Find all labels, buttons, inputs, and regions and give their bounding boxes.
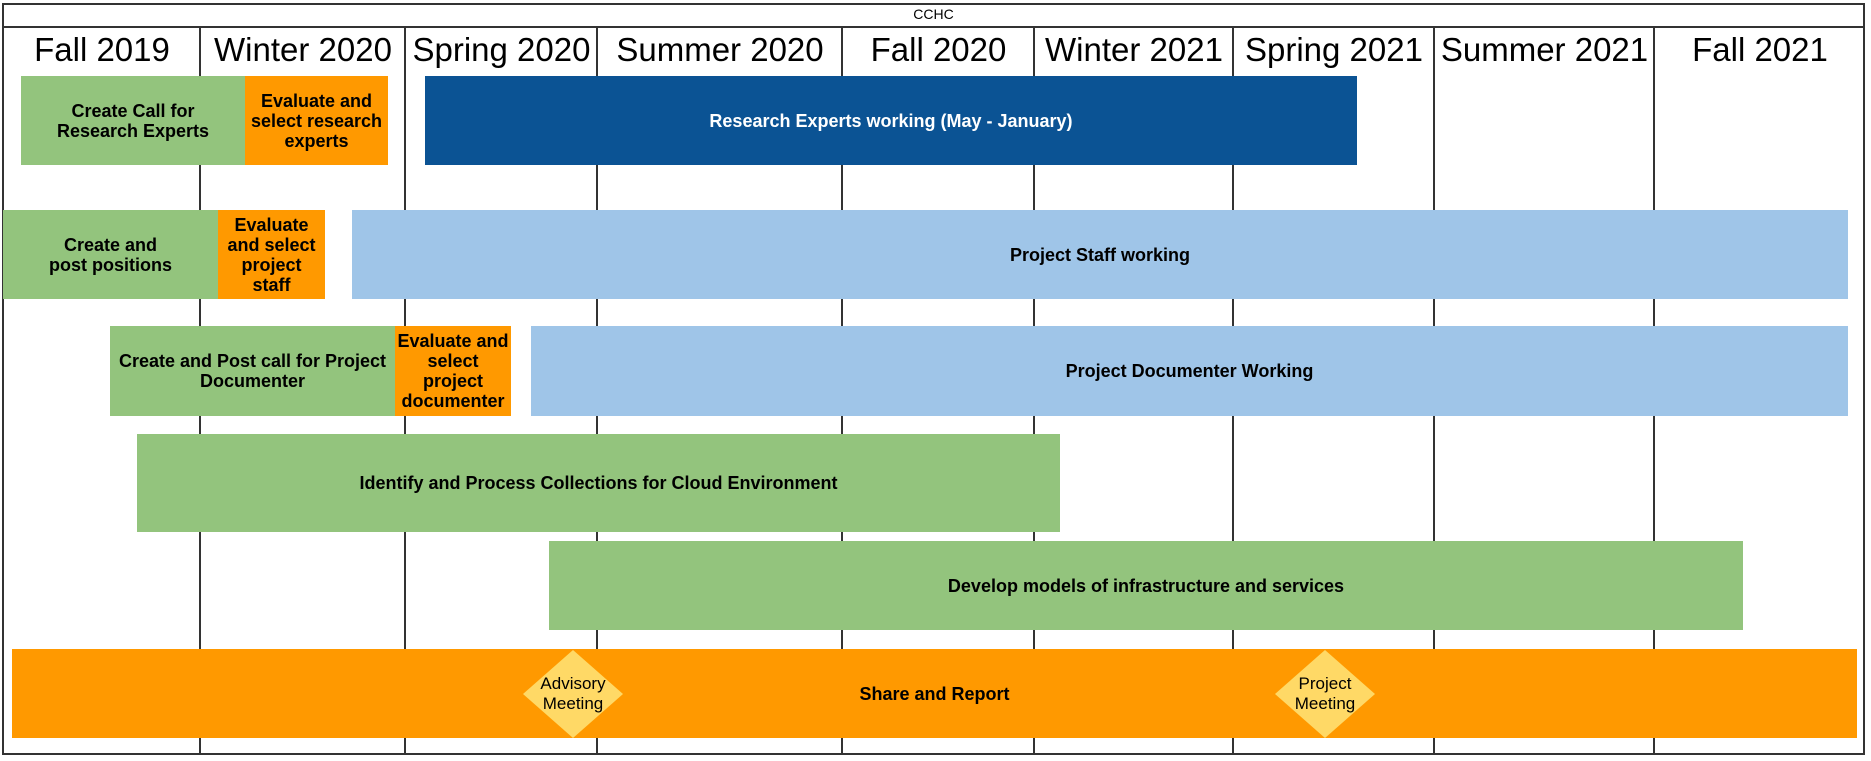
milestone-advisory-meeting: Advisory Meeting — [523, 644, 623, 744]
column-header-summer-2021: Summer 2021 — [1440, 31, 1649, 68]
column-header-fall-2020: Fall 2020 — [870, 31, 1007, 68]
milestone-project-meeting: Project Meeting — [1275, 644, 1375, 744]
column-header-winter-2020: Winter 2020 — [214, 31, 392, 68]
task-identify-process-collections: Identify and Process Collections for Clo… — [137, 434, 1060, 532]
task-project-staff-working: Project Staff working — [352, 210, 1848, 299]
column-header-spring-2020: Spring 2020 — [412, 31, 591, 68]
column-header-summer-2020: Summer 2020 — [616, 31, 824, 68]
task-develop-models: Develop models of infrastructure and ser… — [549, 541, 1743, 630]
column-header-winter-2021: Winter 2021 — [1045, 31, 1223, 68]
task-evaluate-research-experts: Evaluate and select research experts — [245, 76, 388, 165]
milestone-label: Advisory Meeting — [540, 674, 606, 713]
task-create-call-research-experts: Create Call for Research Experts — [21, 76, 245, 165]
task-evaluate-project-staff: Evaluate and select project staff — [218, 210, 325, 299]
column-header-spring-2021: Spring 2021 — [1245, 31, 1423, 68]
milestone-label: Project Meeting — [1294, 674, 1356, 713]
task-project-documenter-working: Project Documenter Working — [531, 326, 1848, 416]
task-create-post-call-documenter: Create and Post call for Project Documen… — [110, 326, 395, 416]
task-create-post-positions: Create and post positions — [3, 210, 218, 299]
task-share-and-report: Share and Report — [12, 649, 1857, 738]
chart-title: CCHC — [2, 3, 1865, 28]
column-header-fall-2019: Fall 2019 — [34, 31, 170, 68]
column-header-fall-2021: Fall 2021 — [1692, 31, 1828, 68]
task-evaluate-project-documenter: Evaluate and select project documenter — [395, 326, 511, 416]
task-research-experts-working: Research Experts working (May - January) — [425, 76, 1357, 165]
